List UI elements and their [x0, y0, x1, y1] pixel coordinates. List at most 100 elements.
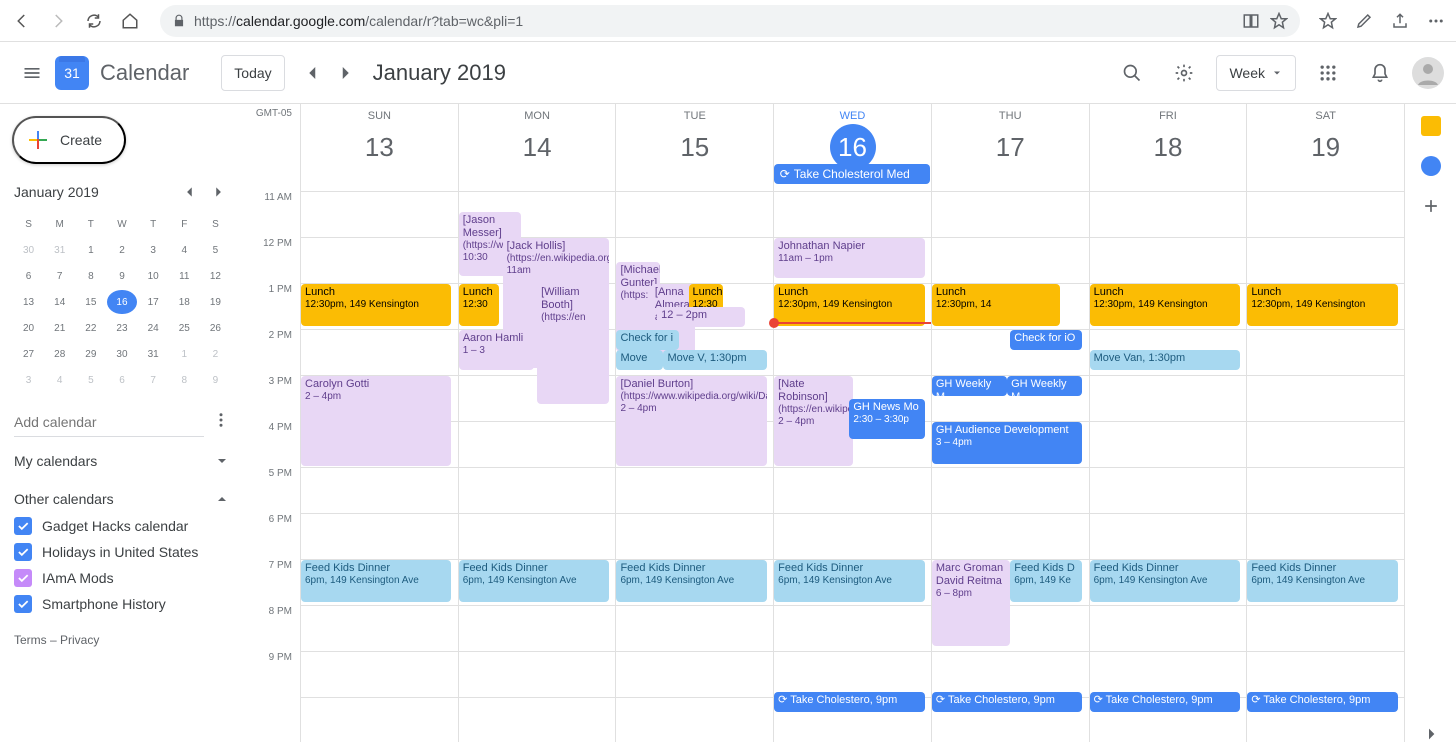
edit-icon[interactable]	[1352, 9, 1376, 33]
prev-period-button[interactable]	[297, 57, 329, 89]
calendar-checkbox[interactable]	[14, 543, 32, 561]
calendar-event[interactable]: ⟳ Take Cholestero, 9pm	[932, 692, 1082, 712]
create-button[interactable]: Create	[12, 116, 126, 164]
mini-cal-day[interactable]: 2	[201, 342, 230, 366]
mini-cal-day[interactable]: 27	[14, 342, 43, 366]
calendar-event[interactable]: Feed Kids Dinner6pm, 149 Kensington Ave	[774, 560, 924, 602]
reload-button[interactable]	[80, 7, 108, 35]
reader-icon[interactable]	[1242, 12, 1260, 30]
calendar-event[interactable]: [Nate Robinson](https://en.wikipedia.org…	[774, 376, 852, 466]
mini-prev-button[interactable]	[178, 180, 202, 204]
mini-cal-day[interactable]: 8	[76, 264, 105, 288]
calendar-event[interactable]: GH Weekly M	[932, 376, 1007, 396]
mini-cal-day[interactable]: 10	[139, 264, 168, 288]
mini-cal-day[interactable]: 2	[107, 238, 136, 262]
mini-cal-day[interactable]: 16	[107, 290, 136, 314]
mini-cal-day[interactable]: 4	[45, 368, 74, 392]
calendar-event[interactable]: GH Weekly M	[1007, 376, 1082, 396]
star-icon[interactable]	[1270, 12, 1288, 30]
mini-cal-day[interactable]: 18	[170, 290, 199, 314]
mini-cal-day[interactable]: 6	[107, 368, 136, 392]
mini-cal-day[interactable]: 29	[76, 342, 105, 366]
mini-cal-day[interactable]: 15	[76, 290, 105, 314]
mini-cal-day[interactable]: 17	[139, 290, 168, 314]
calendar-item[interactable]: Gadget Hacks calendar	[14, 513, 230, 539]
mini-cal-day[interactable]: 30	[14, 238, 43, 262]
calendar-item[interactable]: IAmA Mods	[14, 565, 230, 591]
mini-cal-day[interactable]: 1	[76, 238, 105, 262]
mini-cal-day[interactable]: 21	[45, 316, 74, 340]
settings-button[interactable]	[1164, 53, 1204, 93]
mini-cal-day[interactable]: 22	[76, 316, 105, 340]
keep-icon[interactable]	[1421, 116, 1441, 136]
calendar-event[interactable]: Lunch12:30pm, 149 Kensington	[1247, 284, 1397, 326]
mini-cal-day[interactable]: 8	[170, 368, 199, 392]
mini-cal-day[interactable]: 12	[201, 264, 230, 288]
mini-cal-day[interactable]: 31	[139, 342, 168, 366]
calendar-event[interactable]: GH Audience Development3 – 4pm	[932, 422, 1082, 464]
tasks-icon[interactable]	[1421, 156, 1441, 176]
calendar-event[interactable]: GH News Mo2:30 – 3:30p	[849, 399, 924, 439]
calendar-checkbox[interactable]	[14, 517, 32, 535]
view-selector[interactable]: Week	[1216, 55, 1296, 91]
back-button[interactable]	[8, 7, 36, 35]
calendar-event[interactable]: Marc Groman David Reitma6 – 8pm	[932, 560, 1010, 646]
calendar-event[interactable]: [Daniel Burton](https://www.wikipedia.or…	[616, 376, 766, 466]
calendar-event[interactable]: Feed Kids Dinner6pm, 149 Kensington Ave	[459, 560, 609, 602]
calendar-event[interactable]: Carolyn Gotti2 – 4pm	[301, 376, 451, 466]
my-calendars-toggle[interactable]: My calendars	[14, 453, 230, 469]
mini-cal-day[interactable]: 3	[139, 238, 168, 262]
calendar-checkbox[interactable]	[14, 595, 32, 613]
notifications-button[interactable]	[1360, 53, 1400, 93]
terms-link[interactable]: Terms	[14, 633, 47, 647]
search-button[interactable]	[1112, 53, 1152, 93]
favorites-icon[interactable]	[1316, 9, 1340, 33]
add-calendar-more-button[interactable]	[212, 411, 230, 434]
mini-cal-day[interactable]: 5	[201, 238, 230, 262]
share-icon[interactable]	[1388, 9, 1412, 33]
privacy-link[interactable]: Privacy	[60, 633, 99, 647]
calendar-event[interactable]: ⟳ Take Cholestero, 9pm	[1090, 692, 1240, 712]
add-addon-icon[interactable]	[1421, 196, 1441, 216]
main-menu-button[interactable]	[12, 53, 52, 93]
calendar-item[interactable]: Holidays in United States	[14, 539, 230, 565]
mini-cal-day[interactable]: 14	[45, 290, 74, 314]
more-icon[interactable]	[1424, 9, 1448, 33]
calendar-event[interactable]: Feed Kids Dinner6pm, 149 Kensington Ave	[616, 560, 766, 602]
mini-cal-day[interactable]: 13	[14, 290, 43, 314]
mini-cal-day[interactable]: 28	[45, 342, 74, 366]
mini-cal-day[interactable]: 20	[14, 316, 43, 340]
other-calendars-toggle[interactable]: Other calendars	[14, 491, 230, 507]
mini-cal-day[interactable]: 30	[107, 342, 136, 366]
today-button[interactable]: Today	[221, 55, 284, 91]
home-button[interactable]	[116, 7, 144, 35]
collapse-panel-icon[interactable]	[1423, 726, 1439, 742]
allday-event[interactable]: ⟳Take Cholesterol Med	[774, 164, 931, 184]
account-avatar[interactable]	[1412, 57, 1444, 89]
calendar-event[interactable]: [William Booth](https://en	[537, 284, 609, 404]
add-calendar-input[interactable]	[14, 408, 204, 437]
mini-cal-day[interactable]: 3	[14, 368, 43, 392]
mini-cal-day[interactable]: 4	[170, 238, 199, 262]
calendar-event[interactable]: Feed Kids Dinner6pm, 149 Kensington Ave	[301, 560, 451, 602]
calendar-event[interactable]: Move Van, 1:30pm	[1090, 350, 1240, 370]
next-period-button[interactable]	[329, 57, 361, 89]
mini-cal-day[interactable]: 7	[139, 368, 168, 392]
mini-cal-day[interactable]: 9	[107, 264, 136, 288]
mini-cal-day[interactable]: 26	[201, 316, 230, 340]
calendar-event[interactable]: Feed Kids Dinner6pm, 149 Kensington Ave	[1247, 560, 1397, 602]
mini-cal-day[interactable]: 24	[139, 316, 168, 340]
calendar-event[interactable]: Feed Kids Dinner6pm, 149 Kensington Ave	[1090, 560, 1240, 602]
mini-cal-day[interactable]: 6	[14, 264, 43, 288]
calendar-event[interactable]: ⟳ Take Cholestero, 9pm	[774, 692, 924, 712]
calendar-event[interactable]: Aaron Hamli1 – 3	[459, 330, 534, 370]
mini-cal-day[interactable]: 25	[170, 316, 199, 340]
forward-button[interactable]	[44, 7, 72, 35]
calendar-event[interactable]: Lunch12:30	[459, 284, 500, 326]
calendar-event[interactable]: Move	[616, 350, 663, 370]
mini-cal-day[interactable]: 31	[45, 238, 74, 262]
calendar-event[interactable]: Johnathan Napier11am – 1pm	[774, 238, 924, 278]
mini-cal-day[interactable]: 7	[45, 264, 74, 288]
calendar-event[interactable]: Lunch12:30pm, 149 Kensington	[301, 284, 451, 326]
calendar-logo[interactable]: 31	[52, 53, 92, 93]
